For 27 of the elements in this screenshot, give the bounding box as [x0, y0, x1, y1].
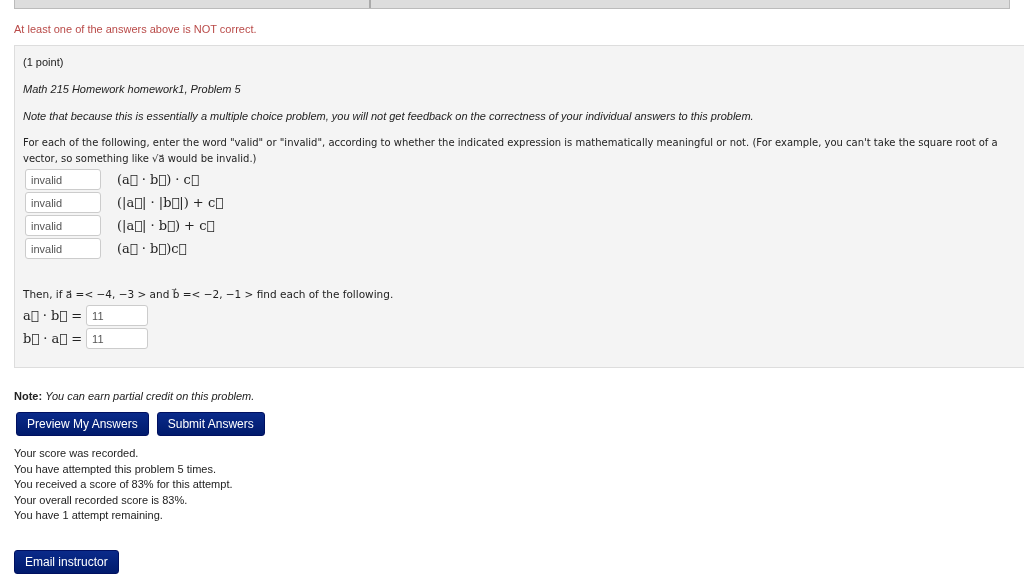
instructions-text: For each of the following, enter the word "valid" or "invalid", according to whether the indicated expression is mathematically meaningful or not. (For example, you can't take the square root of a vector, so something like √a⃗ would be invalid.) — [23, 136, 999, 166]
score-message: You have attempted this problem 5 times. — [14, 461, 217, 477]
score-message: You have 1 attempt remaining. — [14, 508, 164, 523]
email-button[interactable]: Email instructor — [14, 549, 119, 574]
math-expression: a⃗ · b⃗ = — [23, 308, 83, 323]
answer-field[interactable]: 11 — [86, 305, 149, 326]
problem-title: Math 215 Homework homework1, Problem 5 — [23, 82, 242, 97]
math-expression: (a⃗ · b⃗)c⃗ — [117, 241, 187, 256]
math-expression: (|a⃗| · |b⃗|) + c⃗ — [117, 195, 223, 210]
preview-button[interactable]: Preview My Answers — [16, 412, 149, 436]
math-expression: (a⃗ · b⃗) · c⃗ — [117, 172, 199, 187]
answer-field[interactable]: invalid — [25, 169, 101, 190]
math-expression: (|a⃗| · b⃗) + c⃗ — [117, 218, 215, 233]
score-message: You received a score of 83% for this attempt. — [14, 477, 234, 492]
answer-field[interactable]: invalid — [25, 215, 101, 236]
feedback-message: At least one of the answers above is NOT correct. — [14, 23, 258, 35]
partial-credit-note: Note: You can earn partial credit on this problem. — [14, 390, 256, 402]
answer-field[interactable]: 11 — [86, 328, 149, 349]
submit-button[interactable]: Submit Answers — [156, 412, 265, 436]
score-message: Your overall recorded score is 83%. — [14, 492, 189, 508]
given-vectors-text: Then, if a⃗ =< −4, −3 > and b⃗ =< −2, −1 > find each of the following. — [23, 287, 395, 302]
math-expression: b⃗ · a⃗ = — [23, 331, 83, 346]
score-message: Your score was recorded. — [14, 446, 140, 461]
problem-note: Note that because this is essentially a multiple choice problem, you will not get feedback on the correctness of your individual answers to this problem. — [23, 109, 755, 124]
problem-points: (1 point) — [23, 55, 65, 70]
answer-field[interactable]: invalid — [25, 192, 101, 213]
answer-field[interactable]: invalid — [25, 238, 101, 259]
